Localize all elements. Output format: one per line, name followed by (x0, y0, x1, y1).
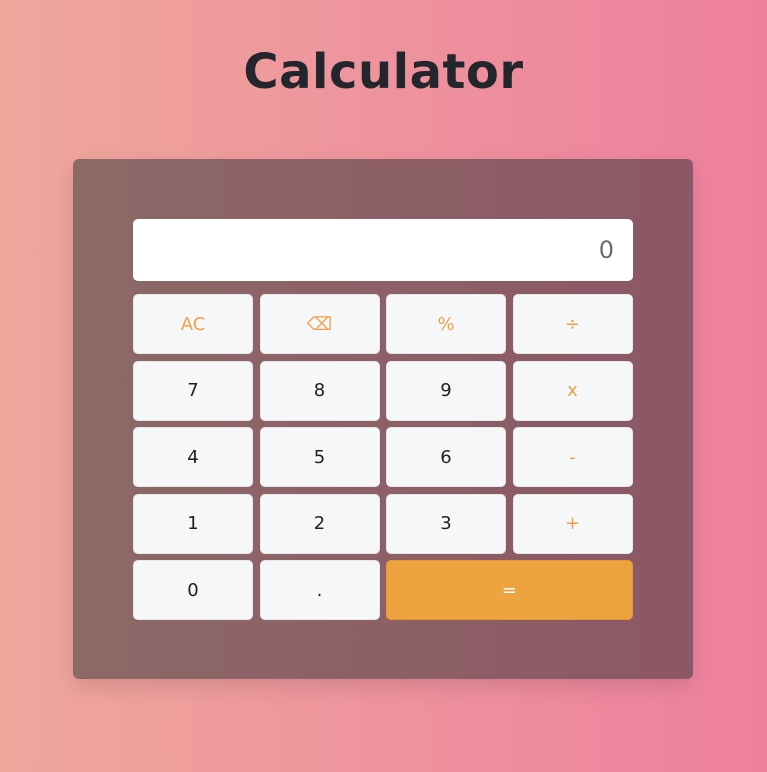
digit-5-button[interactable]: 5 (259, 427, 380, 487)
divide-button[interactable]: ÷ (512, 294, 633, 354)
clear-button[interactable]: AC (133, 294, 253, 354)
keypad: AC ⌫ % ÷ 7 8 9 x 4 5 6 - 1 2 3 + 0 . = (133, 294, 633, 620)
multiply-button[interactable]: x (512, 360, 633, 421)
digit-6-button[interactable]: 6 (386, 427, 506, 487)
subtract-button[interactable]: - (512, 427, 633, 487)
digit-0-button[interactable]: 0 (133, 560, 253, 620)
add-button[interactable]: + (512, 493, 633, 554)
digit-7-button[interactable]: 7 (133, 360, 253, 421)
page-title: Calculator (243, 44, 524, 100)
digit-2-button[interactable]: 2 (259, 493, 380, 554)
calculator-panel: 0 AC ⌫ % ÷ 7 8 9 x 4 5 6 - 1 2 3 + 0 . = (73, 159, 693, 679)
decimal-button[interactable]: . (259, 560, 380, 620)
digit-9-button[interactable]: 9 (386, 360, 506, 421)
digit-3-button[interactable]: 3 (386, 493, 506, 554)
display-screen: 0 (133, 219, 633, 281)
backspace-button[interactable]: ⌫ (259, 294, 380, 354)
digit-4-button[interactable]: 4 (133, 427, 253, 487)
digit-1-button[interactable]: 1 (133, 493, 253, 554)
digit-8-button[interactable]: 8 (259, 360, 380, 421)
percent-button[interactable]: % (386, 294, 506, 354)
equals-button[interactable]: = (386, 560, 633, 620)
